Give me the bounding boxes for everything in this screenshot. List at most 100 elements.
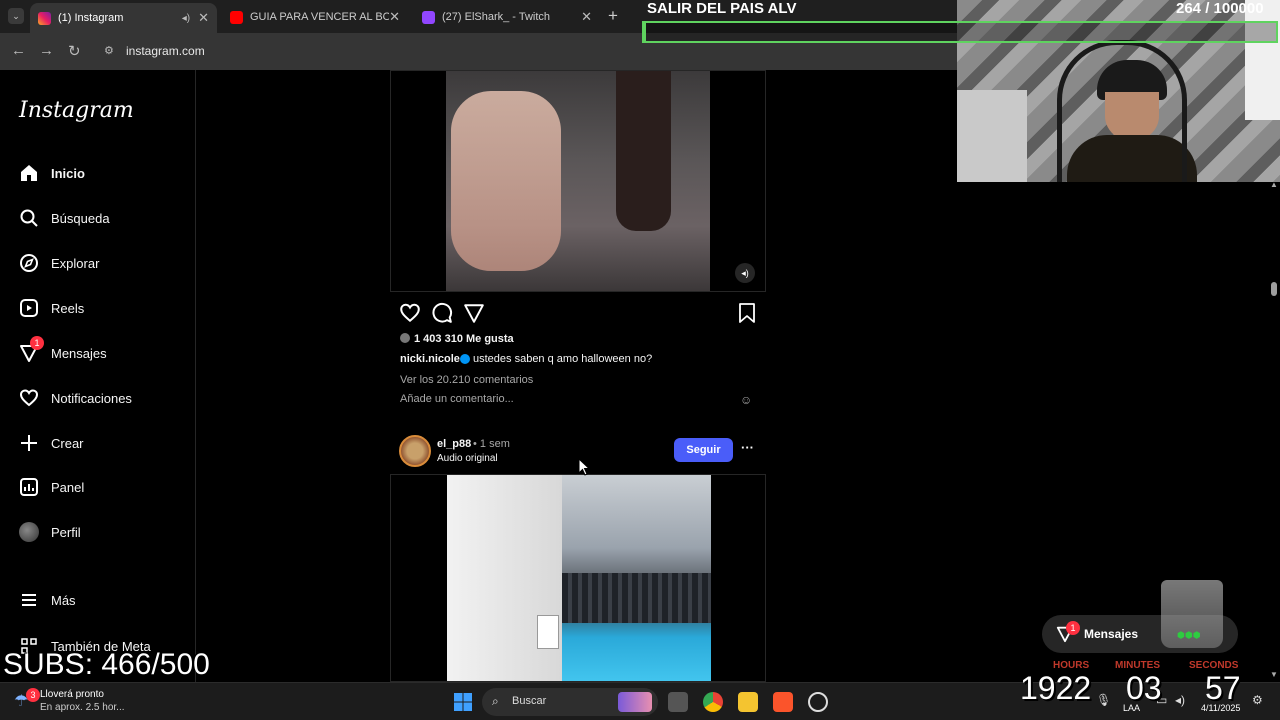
twitch-favicon-icon <box>422 10 435 24</box>
scrollbar-thumb[interactable] <box>1271 282 1277 296</box>
tab-list-dropdown[interactable]: ⌄ <box>8 8 24 24</box>
search-icon <box>18 207 40 229</box>
sidebar-item-explorar[interactable]: Explorar <box>18 252 99 274</box>
tab-twitch[interactable]: (27) ElShark_ - Twitch ✕ <box>414 4 600 30</box>
heart-icon <box>18 387 40 409</box>
sidebar-item-crear[interactable]: Crear <box>18 432 84 454</box>
weather-title[interactable]: Lloverá pronto <box>40 689 104 700</box>
scroll-down-icon[interactable]: ▼ <box>1270 670 1278 679</box>
post-media[interactable] <box>390 474 766 682</box>
mute-tab-icon[interactable]: ◂) <box>182 13 190 24</box>
taskbar-search[interactable]: ⌕ Buscar <box>482 688 658 716</box>
hair-shape <box>616 71 671 231</box>
sidebar-item-reels[interactable]: Reels <box>18 297 84 319</box>
post-options-icon[interactable]: ··· <box>741 440 754 455</box>
messenger-icon: 1 <box>18 336 44 364</box>
post-author-avatar[interactable] <box>399 435 431 467</box>
sidebar-item-perfil[interactable]: Perfil <box>18 521 81 543</box>
share-icon[interactable] <box>463 302 485 324</box>
sidebar-item-label: Crear <box>51 435 84 451</box>
site-settings-icon[interactable]: ⚙ <box>104 44 114 57</box>
sidebar-item-label: Panel <box>51 479 85 495</box>
sidebar-item-panel[interactable]: Panel <box>18 476 84 498</box>
post-video[interactable] <box>447 475 711 681</box>
verified-badge-icon <box>460 354 470 364</box>
gaming-chair-shape <box>1057 40 1187 182</box>
liker-avatars <box>400 333 410 343</box>
sidebar-item-label: Búsqueda <box>51 210 110 226</box>
instagram-favicon-icon <box>38 11 51 25</box>
coins-icon: ⬢⬢⬢ <box>1177 630 1201 640</box>
notification-center-icon[interactable]: ⚙ <box>1252 693 1263 707</box>
avatar-icon <box>18 521 40 543</box>
view-comments-link[interactable]: Ver los 20.210 comentarios <box>400 374 533 386</box>
sidebar-item-inicio[interactable]: Inicio <box>18 162 85 184</box>
compass-icon <box>18 252 40 274</box>
volume-icon[interactable]: ◂) <box>735 263 755 283</box>
chrome-icon[interactable] <box>703 692 723 712</box>
microphone-icon[interactable]: 🎙 <box>1096 693 1111 707</box>
comment-icon[interactable] <box>431 302 453 324</box>
dashboard-icon <box>18 476 40 498</box>
tab-instagram[interactable]: (1) Instagram ◂) ✕ <box>30 3 217 33</box>
emoji-icon[interactable]: ☺ <box>740 393 752 407</box>
hand-shape <box>451 91 561 271</box>
sidebar-item-label: Más <box>51 592 76 608</box>
url-field[interactable]: instagram.com <box>126 44 205 58</box>
post-audio[interactable]: Audio original <box>437 453 498 464</box>
brave-icon[interactable] <box>773 692 793 712</box>
like-count[interactable]: 1 403 310 Me gusta <box>414 333 514 345</box>
sidebar-item-label: Inicio <box>51 165 85 181</box>
instagram-logo[interactable]: Instagram <box>19 98 134 123</box>
search-icon: ⌕ <box>492 694 499 708</box>
new-tab-button[interactable]: + <box>608 6 618 26</box>
notification-badge: 1 <box>30 336 44 350</box>
sidebar-item-notificaciones[interactable]: Notificaciones <box>18 387 132 409</box>
post-media[interactable]: ◂) <box>390 70 766 292</box>
search-highlight-icon <box>618 692 652 712</box>
app-icon[interactable] <box>808 692 828 712</box>
weather-badge: 3 <box>26 688 40 702</box>
sidebar-item-mensajes[interactable]: 1 Mensajes <box>18 336 107 364</box>
crowd-shape <box>562 573 711 623</box>
subs-counter: SUBS: 466/500 <box>3 648 210 681</box>
post-video[interactable] <box>446 71 710 291</box>
tab-title: (27) ElShark_ - Twitch <box>442 11 551 23</box>
tab-title: GUIA PARA VENCER AL BOSS V... <box>250 11 390 23</box>
mouse-cursor-icon <box>578 458 590 476</box>
goal-progress-bar <box>642 21 1278 43</box>
timer-seconds: 57 <box>1205 670 1241 706</box>
like-icon[interactable] <box>399 302 421 324</box>
reels-icon <box>18 297 40 319</box>
back-icon[interactable]: ← <box>11 42 26 59</box>
home-icon <box>18 162 40 184</box>
comment-input[interactable]: Añade un comentario... <box>400 393 514 405</box>
post-username[interactable]: el_p88 <box>437 438 471 450</box>
tab-youtube[interactable]: GUIA PARA VENCER AL BOSS V... ✕ <box>222 4 408 30</box>
follow-button[interactable]: Seguir <box>674 438 733 462</box>
goal-title: SALIR DEL PAIS ALV <box>647 0 797 17</box>
sidebar-item-busqueda[interactable]: Búsqueda <box>18 207 110 229</box>
volume-icon[interactable]: ◂) <box>1175 693 1185 707</box>
sidebar-item-mas[interactable]: Más <box>18 589 76 611</box>
post-username[interactable]: nicki.nicole <box>400 353 460 365</box>
light-shape <box>1245 0 1280 120</box>
goal-count: 264 / 100000 <box>1176 0 1264 17</box>
bookmark-icon[interactable] <box>737 302 757 324</box>
forward-icon[interactable]: → <box>39 42 54 59</box>
reload-icon[interactable]: ↻ <box>68 42 81 60</box>
close-tab-icon[interactable]: ✕ <box>389 9 400 25</box>
close-tab-icon[interactable]: ✕ <box>581 9 592 25</box>
sidebar-item-label: Perfil <box>51 524 81 540</box>
windows-start-icon[interactable] <box>453 692 473 712</box>
sidebar-item-label: Mensajes <box>51 345 107 361</box>
messages-label: Mensajes <box>1084 627 1139 641</box>
search-input[interactable]: Buscar <box>512 695 546 707</box>
task-view-icon[interactable] <box>668 692 688 712</box>
post-actions <box>399 302 759 324</box>
menu-icon <box>18 589 40 611</box>
file-explorer-icon[interactable] <box>738 692 758 712</box>
tab-title: (1) Instagram <box>58 12 124 24</box>
chair-shape <box>957 90 1027 182</box>
close-tab-icon[interactable]: ✕ <box>198 10 209 26</box>
